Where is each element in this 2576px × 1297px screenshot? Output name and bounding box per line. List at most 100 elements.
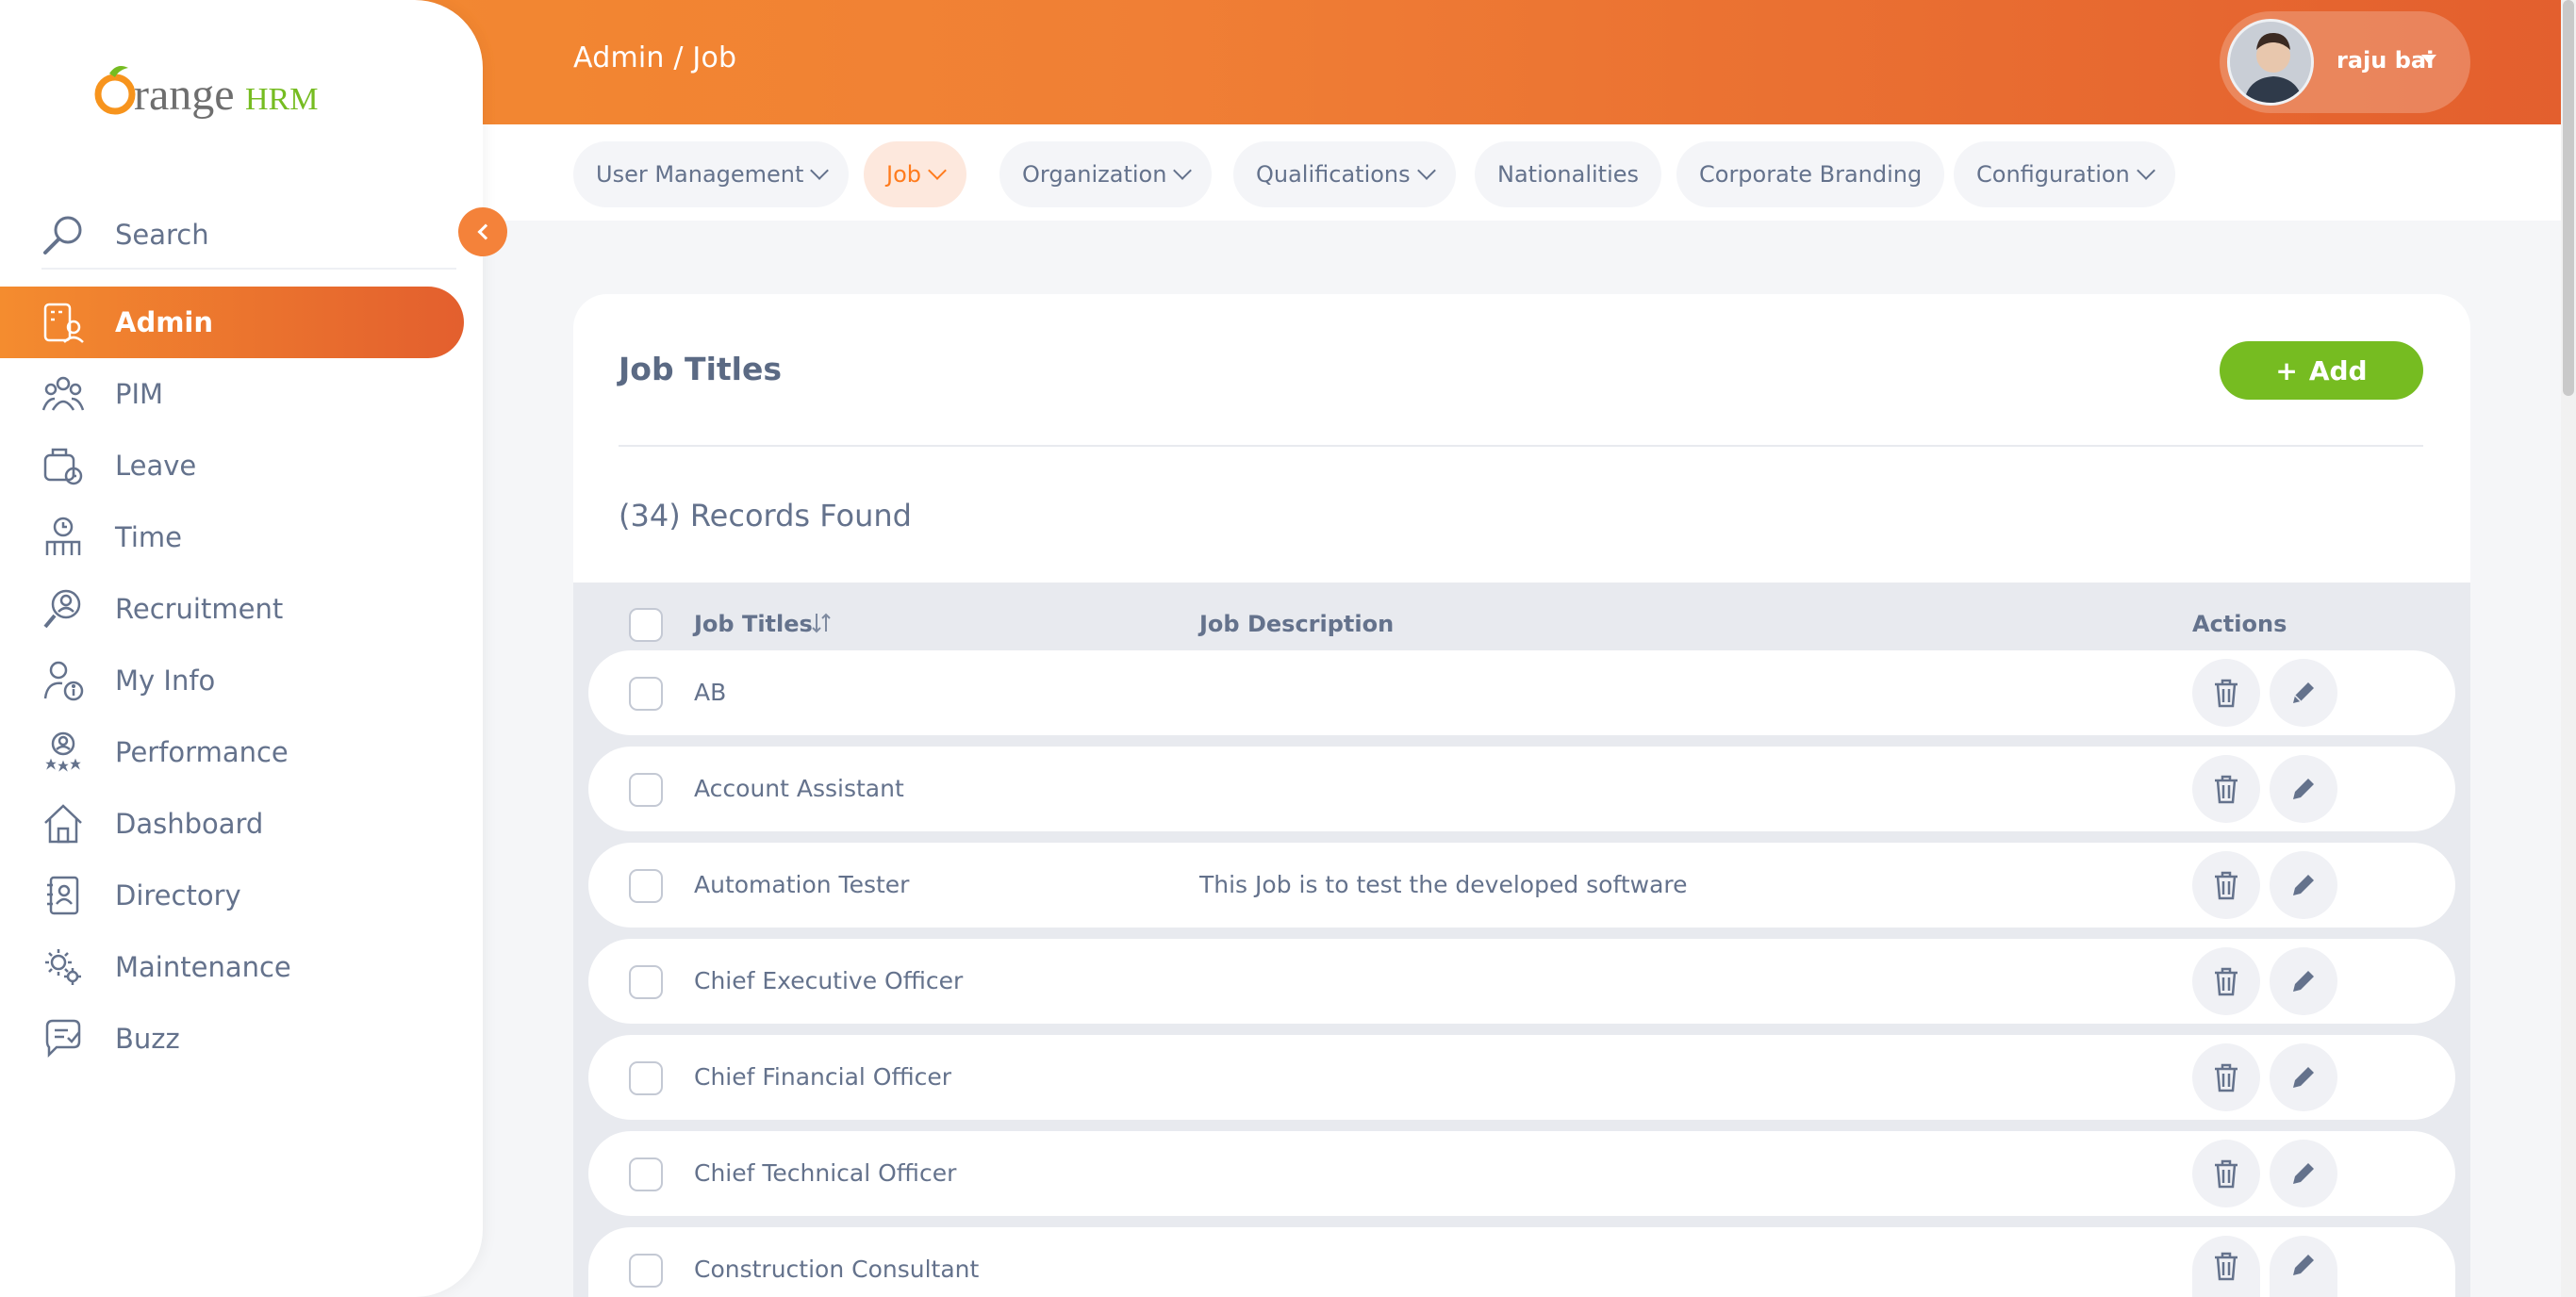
- tab-label: Job: [886, 161, 921, 188]
- chevron-down-icon: [2136, 161, 2155, 180]
- pencil-icon: [2293, 875, 2314, 895]
- svg-text:HRM: HRM: [245, 82, 318, 117]
- sidebar-item-dashboard[interactable]: Dashboard: [0, 788, 464, 860]
- plus-icon: +: [2275, 354, 2298, 386]
- row-checkbox[interactable]: [629, 965, 663, 999]
- sidebar-item-admin[interactable]: Admin: [0, 287, 464, 358]
- row-job-title: AB: [694, 679, 727, 706]
- sidebar-item-recruitment[interactable]: Recruitment: [0, 573, 464, 645]
- row-job-title: Chief Financial Officer: [694, 1063, 952, 1091]
- scrollbar-thumb[interactable]: [2563, 0, 2574, 396]
- dashboard-icon: [41, 802, 85, 846]
- sort-icon[interactable]: [811, 611, 832, 641]
- admin-icon: [41, 301, 85, 344]
- row-job-title: Automation Tester: [694, 871, 910, 898]
- caret-down-icon[interactable]: [2421, 55, 2436, 64]
- sidebar-item-label: Admin: [115, 306, 214, 338]
- pencil-icon: [2293, 779, 2314, 799]
- row-checkbox[interactable]: [629, 1157, 663, 1191]
- sidebar-item-buzz[interactable]: Buzz: [0, 1003, 464, 1075]
- sidebar-item-maintenance[interactable]: Maintenance: [0, 931, 464, 1003]
- edit-button[interactable]: [2270, 1043, 2337, 1111]
- row-job-title: Construction Consultant: [694, 1256, 980, 1283]
- table-row[interactable]: [588, 650, 2455, 735]
- delete-button[interactable]: [2192, 851, 2260, 919]
- sidebar-item-label: Buzz: [115, 1023, 180, 1055]
- column-header-job-titles[interactable]: Job Titles: [694, 611, 813, 637]
- row-checkbox[interactable]: [629, 869, 663, 903]
- recruitment-icon: [41, 587, 85, 631]
- delete-button[interactable]: [2192, 1043, 2260, 1111]
- breadcrumb: Admin / Job: [573, 41, 737, 74]
- edit-button[interactable]: [2270, 1140, 2337, 1207]
- edit-button[interactable]: [2270, 947, 2337, 1015]
- trash-icon: [2215, 871, 2237, 900]
- performance-icon: [41, 731, 85, 774]
- row-checkbox[interactable]: [629, 677, 663, 711]
- chevron-down-icon: [810, 161, 830, 180]
- orangehrm-logo[interactable]: range HRM: [92, 57, 319, 126]
- directory-icon: [41, 874, 85, 917]
- time-icon: [41, 516, 85, 559]
- edit-button[interactable]: [2270, 755, 2337, 823]
- app-root: Admin / Job raju bai User Management Job…: [0, 0, 2576, 1297]
- row-checkbox[interactable]: [629, 773, 663, 807]
- tab-corporate-branding[interactable]: Corporate Branding: [1676, 141, 1945, 207]
- edit-button[interactable]: [2270, 1236, 2337, 1297]
- my-info-icon: [41, 659, 85, 702]
- delete-button[interactable]: [2192, 659, 2260, 727]
- sidebar-item-directory[interactable]: Directory: [0, 860, 464, 931]
- tab-organization[interactable]: Organization: [999, 141, 1213, 207]
- pim-icon: [41, 372, 85, 416]
- row-checkbox[interactable]: [629, 1254, 663, 1288]
- tab-label: Corporate Branding: [1699, 161, 1923, 188]
- user-name[interactable]: raju bai: [2337, 47, 2434, 74]
- row-checkbox[interactable]: [629, 1061, 663, 1095]
- tab-label: User Management: [596, 161, 804, 188]
- tab-job[interactable]: Job: [864, 141, 966, 207]
- tab-configuration[interactable]: Configuration: [1954, 141, 2175, 207]
- records-found: (34) Records Found: [619, 498, 912, 534]
- sidebar-item-my-info[interactable]: My Info: [0, 645, 464, 716]
- divider: [619, 445, 2423, 447]
- tab-nationalities[interactable]: Nationalities: [1475, 141, 1662, 207]
- delete-button[interactable]: [2192, 1236, 2260, 1297]
- sidebar-item-label: Time: [115, 521, 182, 553]
- sidebar-collapse-button[interactable]: [458, 207, 507, 256]
- edit-button[interactable]: [2270, 659, 2337, 727]
- sidebar-item-performance[interactable]: Performance: [0, 716, 464, 788]
- sidebar-search[interactable]: Search: [41, 202, 456, 270]
- delete-button[interactable]: [2192, 755, 2260, 823]
- sidebar-item-pim[interactable]: PIM: [0, 358, 464, 430]
- trash-icon: [2215, 679, 2237, 708]
- sidebar-item-label: PIM: [115, 378, 164, 410]
- sidebar-item-label: Leave: [115, 450, 197, 482]
- add-button[interactable]: + Add: [2220, 341, 2423, 400]
- chevron-down-icon: [928, 161, 947, 180]
- edit-button[interactable]: [2270, 851, 2337, 919]
- pencil-icon: [2293, 971, 2314, 992]
- sidebar-item-time[interactable]: Time: [0, 501, 464, 573]
- tab-label: Qualifications: [1256, 161, 1411, 188]
- pencil-icon: [2293, 682, 2314, 703]
- trash-icon: [2215, 967, 2237, 996]
- trash-icon: [2215, 1159, 2237, 1189]
- pencil-icon: [2293, 1163, 2314, 1184]
- chevron-down-icon: [1416, 161, 1436, 180]
- column-header-actions: Actions: [2192, 611, 2287, 637]
- tab-qualifications[interactable]: Qualifications: [1233, 141, 1456, 207]
- sidebar-item-label: Maintenance: [115, 951, 291, 983]
- sidebar-item-leave[interactable]: Leave: [0, 430, 464, 501]
- chevron-left-icon: [477, 223, 494, 240]
- row-job-description: This Job is to test the developed softwa…: [1199, 871, 1688, 898]
- avatar[interactable]: [2227, 19, 2314, 106]
- tab-user-management[interactable]: User Management: [573, 141, 850, 207]
- buzz-icon: [41, 1017, 85, 1060]
- sidebar-item-label: My Info: [115, 665, 216, 697]
- trash-icon: [2215, 1252, 2237, 1281]
- delete-button[interactable]: [2192, 1140, 2260, 1207]
- select-all-checkbox[interactable]: [629, 608, 663, 642]
- svg-text:range: range: [134, 70, 235, 120]
- maintenance-icon: [41, 945, 85, 989]
- delete-button[interactable]: [2192, 947, 2260, 1015]
